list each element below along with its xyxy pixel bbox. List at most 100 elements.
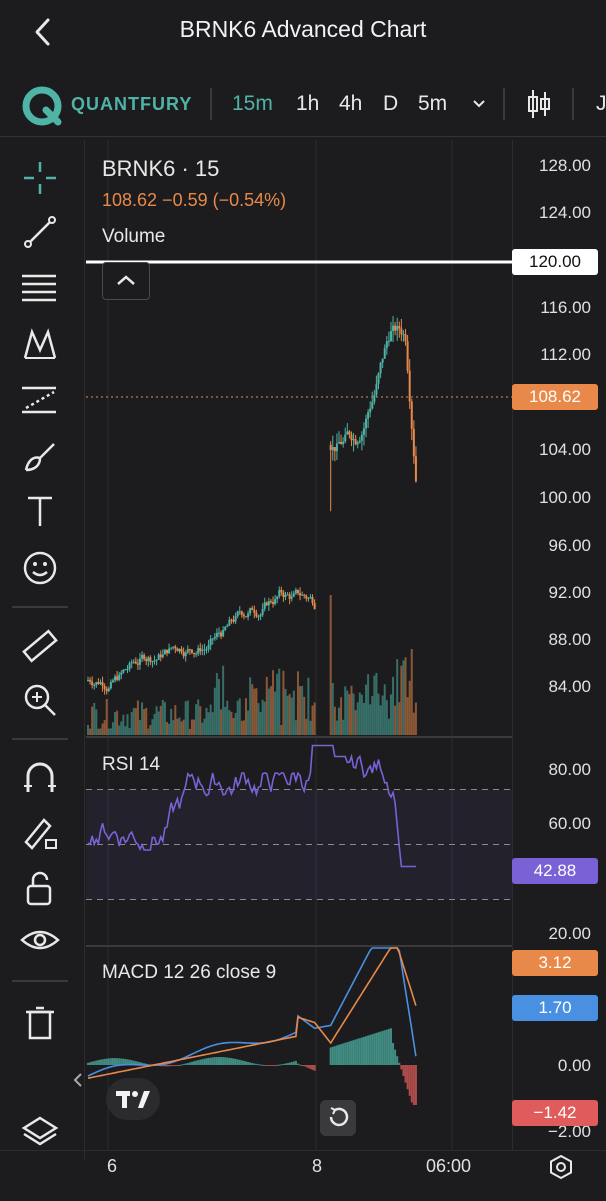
unlock-icon[interactable] [20, 868, 60, 908]
candlestick-chart-type-icon[interactable] [526, 88, 552, 120]
volume-bar [333, 706, 336, 735]
text-icon[interactable] [20, 492, 60, 532]
rsi-tick: 60.00 [548, 814, 591, 833]
candle-body [220, 632, 223, 637]
volume-bar [111, 722, 114, 735]
macd-histogram-bar [224, 1057, 227, 1065]
macd-histogram-bar [118, 1058, 121, 1065]
trend-line-icon[interactable] [20, 212, 60, 252]
more-toolbar-icon[interactable]: J [596, 92, 606, 116]
chevron-up-icon [117, 275, 135, 285]
volume-bar [132, 707, 135, 735]
macd-histogram-bar [249, 1062, 252, 1065]
volume-bar [387, 718, 390, 735]
volume-bar [161, 699, 164, 735]
macd-histogram-bar [379, 1031, 382, 1065]
candle-body [288, 594, 291, 599]
volume-bar [238, 698, 241, 735]
volume-bar [213, 687, 216, 735]
tradingview-logo-button[interactable] [106, 1078, 160, 1120]
expand-sidebar-chevron-icon[interactable] [72, 1070, 84, 1090]
macd-histogram-bar [360, 1037, 363, 1065]
volume-bar [406, 697, 409, 735]
timeframe-d-tab[interactable]: D [383, 92, 398, 116]
chart-settings-icon[interactable] [546, 1152, 576, 1182]
reset-chart-button[interactable] [320, 1100, 356, 1136]
emoji-icon[interactable] [20, 548, 60, 588]
volume-bar [172, 720, 175, 735]
volume-bar [381, 695, 384, 735]
volume-bar [265, 676, 268, 735]
timeframe-1h-tab[interactable]: 1h [296, 92, 319, 116]
candle-body [172, 646, 175, 648]
timeframe-5m-tab[interactable]: 5m [418, 92, 447, 116]
forecast-icon[interactable] [20, 380, 60, 420]
volume-bar [276, 673, 279, 735]
macd-histogram-bar [257, 1064, 260, 1066]
time-label: 06:00 [426, 1156, 472, 1176]
volume-bar [259, 711, 262, 735]
time-label: 6 [107, 1156, 118, 1176]
ruler-icon[interactable] [20, 626, 60, 666]
candle-body [226, 625, 229, 628]
macd-histogram-bar [180, 1064, 183, 1066]
macd-histogram-bar [222, 1057, 225, 1065]
macd-histogram-bar [299, 1064, 302, 1066]
price-candles [87, 316, 417, 695]
volume-bar [362, 703, 365, 735]
brush-icon[interactable] [20, 436, 60, 476]
macd-histogram-bar [354, 1039, 357, 1065]
volume-bar [93, 702, 96, 735]
timeframe-4h-tab[interactable]: 4h [339, 92, 362, 116]
candle-body [338, 441, 340, 444]
eye-icon[interactable] [20, 922, 60, 962]
macd-histogram-bar [381, 1030, 384, 1065]
volume-bar [373, 675, 376, 735]
candle-body [280, 589, 283, 593]
volume-bar [138, 719, 141, 735]
crosshair-icon[interactable] [20, 158, 60, 198]
magnet-icon[interactable] [20, 758, 60, 798]
macd-histogram-bar [186, 1062, 189, 1065]
volume-bar [338, 707, 340, 735]
fib-lines-icon[interactable] [20, 268, 60, 308]
volume-bar [153, 713, 156, 735]
candle-body [365, 418, 368, 429]
candle-body [155, 659, 158, 661]
volume-bar [274, 691, 277, 735]
volume-bar [190, 719, 193, 735]
trash-icon[interactable] [20, 1002, 60, 1042]
macd-histogram-bar [367, 1035, 370, 1065]
volume-bar [288, 694, 291, 735]
macd-histogram-bar [109, 1058, 112, 1065]
candle-body [99, 682, 102, 684]
macd-histogram-bar [329, 1047, 332, 1065]
page-title: BRNK6 Advanced Chart [179, 16, 427, 42]
timeframe-dropdown-chevron-icon[interactable] [470, 94, 488, 112]
volume-bar [222, 665, 225, 735]
time-axis[interactable] [0, 1150, 606, 1201]
macd-histogram-bar [412, 1065, 415, 1105]
candle-body [396, 325, 399, 331]
candle-body [389, 330, 392, 341]
volume-bar [170, 708, 173, 735]
collapse-indicators-button[interactable] [102, 262, 150, 300]
volume-bar [301, 685, 304, 735]
volume-bar [101, 723, 104, 735]
macd-histogram-bar [190, 1061, 193, 1065]
layers-icon[interactable] [20, 1112, 60, 1152]
lock-draw-icon[interactable] [20, 812, 60, 852]
volume-bar [234, 712, 237, 735]
pattern-icon[interactable] [20, 324, 60, 364]
volume-bar [269, 686, 272, 735]
volume-bar [311, 705, 314, 735]
timeframe-15m-tab[interactable]: 15m [232, 92, 273, 116]
candle-body [362, 428, 365, 435]
macd-histogram-bar [269, 1065, 272, 1066]
candle-body [126, 669, 129, 671]
macd-histogram-bar [387, 1028, 390, 1065]
candle-body [209, 638, 212, 646]
volume-bar [122, 714, 125, 735]
zoom-in-icon[interactable] [20, 680, 60, 720]
candle-body [153, 660, 156, 662]
